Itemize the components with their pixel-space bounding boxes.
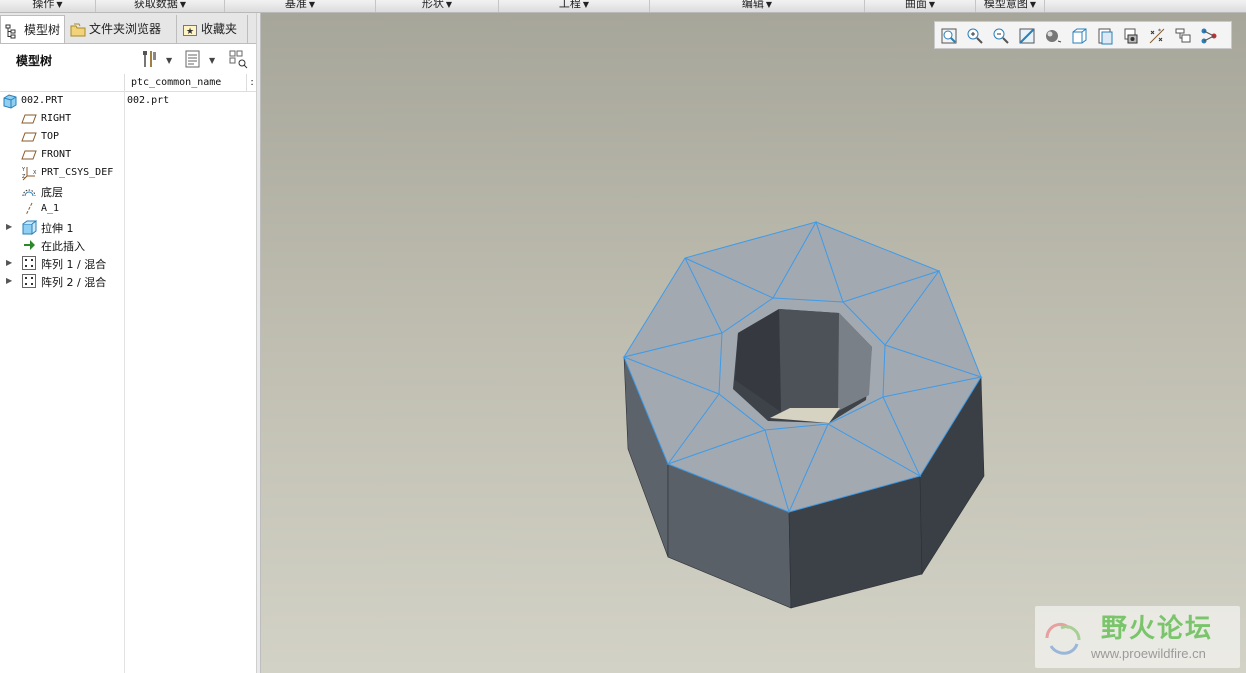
expand-arrow-icon[interactable]: ▶ bbox=[6, 222, 12, 231]
navigator-panel: 模型树 文件夹浏览器 ★ 收藏夹 模型树 ▼ ▼ ptc_common_name … bbox=[0, 13, 258, 673]
ribbon-group-bar: 操作 ▼ 获取数据 ▼ 基准 ▼ 形状 ▼ 工程 ▼ 编辑 ▼ 曲面 ▼ 模型意图 ▼ bbox=[0, 0, 1246, 13]
pattern-icon bbox=[22, 256, 36, 270]
watermark-url: www.proewildfire.cn bbox=[1091, 646, 1206, 661]
axis-icon bbox=[25, 202, 33, 216]
group-label: 模型意图 bbox=[983, 0, 1028, 10]
tree-row-front[interactable]: FRONT bbox=[0, 146, 256, 164]
graphics-viewport[interactable]: * 野火论坛 www.proewildfire.cn bbox=[261, 13, 1246, 673]
octagonal-nut-model[interactable] bbox=[261, 13, 1246, 673]
chevron-down-icon: ▼ bbox=[1029, 0, 1037, 9]
model-tree-header: 模型树 ▼ ▼ bbox=[0, 44, 256, 74]
group-label: 基准 bbox=[284, 0, 307, 10]
tree-row-label: 拉伸 1 bbox=[41, 222, 74, 235]
tab-folder-browser[interactable]: 文件夹浏览器 bbox=[66, 15, 177, 43]
tree-row-layer[interactable]: 底层 bbox=[0, 182, 256, 200]
tree-row-right[interactable]: RIGHT bbox=[0, 110, 256, 128]
chevron-down-icon: ▼ bbox=[765, 0, 773, 9]
group-operations[interactable]: 操作 ▼ bbox=[0, 0, 96, 12]
svg-text:★: ★ bbox=[186, 27, 194, 37]
watermark: 野火论坛 www.proewildfire.cn bbox=[1035, 606, 1240, 668]
tree-row-csys[interactable]: Y X Z PRT_CSYS_DEF bbox=[0, 164, 256, 182]
tab-label: 模型树 bbox=[24, 23, 61, 37]
tree-row-label: PRT_CSYS_DEF bbox=[41, 167, 114, 178]
extrude-icon bbox=[22, 220, 37, 235]
model-tree-title: 模型树 bbox=[16, 54, 53, 68]
expand-arrow-icon[interactable]: ▶ bbox=[6, 258, 12, 267]
tree-row-label: 底层 bbox=[41, 186, 63, 199]
tree-row-label: 阵列 1 / 混合 bbox=[41, 258, 107, 271]
group-get-data[interactable]: 获取数据 ▼ bbox=[96, 0, 225, 12]
tree-filter-icon[interactable] bbox=[228, 49, 248, 69]
tab-favorites[interactable]: ★ 收藏夹 bbox=[178, 15, 248, 43]
pattern-icon bbox=[22, 274, 36, 288]
svg-text:X: X bbox=[33, 170, 37, 176]
tree-row-label: FRONT bbox=[41, 149, 72, 160]
tree-row-label: 在此插入 bbox=[41, 240, 85, 253]
group-label: 工程 bbox=[558, 0, 581, 10]
chevron-down-icon: ▼ bbox=[56, 0, 63, 9]
folder-icon bbox=[70, 23, 86, 36]
tree-row-axis[interactable]: A_1 bbox=[0, 200, 256, 218]
group-label: 操作 bbox=[32, 0, 55, 10]
tab-model-tree[interactable]: 模型树 bbox=[0, 15, 65, 43]
svg-text:Z: Z bbox=[22, 174, 26, 180]
layer-icon bbox=[22, 189, 36, 197]
watermark-logo-icon bbox=[1045, 622, 1081, 655]
tree-icon bbox=[5, 24, 16, 38]
tree-row-part[interactable]: 002.PRT 002.prt bbox=[0, 92, 256, 110]
chevron-down-icon[interactable]: ▼ bbox=[209, 56, 215, 65]
part-icon bbox=[3, 94, 17, 109]
group-engineering[interactable]: 工程 ▼ bbox=[499, 0, 650, 12]
datum-plane-icon bbox=[21, 132, 37, 142]
tree-column-header: ptc_common_name : bbox=[0, 74, 256, 92]
chevron-down-icon: ▼ bbox=[308, 0, 316, 9]
chevron-down-icon[interactable]: ▼ bbox=[166, 56, 172, 65]
tree-row-insert-here[interactable]: 在此插入 bbox=[0, 236, 256, 254]
datum-plane-icon bbox=[21, 150, 37, 160]
tree-row-label: TOP bbox=[41, 131, 60, 142]
group-shapes[interactable]: 形状 ▼ bbox=[376, 0, 499, 12]
tree-row-extrude[interactable]: ▶ 拉伸 1 bbox=[0, 218, 256, 236]
tree-row-label: 阵列 2 / 混合 bbox=[41, 276, 107, 289]
tree-row-label: A_1 bbox=[41, 203, 60, 214]
tree-settings-icon[interactable] bbox=[140, 49, 160, 69]
group-label: 曲面 bbox=[904, 0, 927, 10]
chevron-down-icon: ▼ bbox=[445, 0, 453, 9]
tab-label: 文件夹浏览器 bbox=[89, 22, 162, 36]
group-editing[interactable]: 编辑 ▼ bbox=[650, 0, 865, 12]
hole-wall bbox=[779, 309, 839, 412]
watermark-title: 野火论坛 bbox=[1101, 614, 1214, 644]
tab-label: 收藏夹 bbox=[201, 22, 238, 36]
tree-row-label: RIGHT bbox=[41, 113, 72, 124]
show-menu-icon[interactable] bbox=[183, 49, 203, 69]
tree-row-top[interactable]: TOP bbox=[0, 128, 256, 146]
tree-row-pattern-2[interactable]: ▶ 阵列 2 / 混合 bbox=[0, 272, 256, 290]
group-surfaces[interactable]: 曲面 ▼ bbox=[865, 0, 976, 12]
group-label: 编辑 bbox=[741, 0, 764, 10]
chevron-down-icon: ▼ bbox=[582, 0, 590, 9]
favorites-icon: ★ bbox=[183, 24, 197, 37]
column-header-common-name[interactable]: ptc_common_name bbox=[124, 74, 246, 91]
svg-text:Y: Y bbox=[21, 167, 26, 173]
group-label: 获取数据 bbox=[133, 0, 178, 10]
chevron-down-icon: ▼ bbox=[928, 0, 936, 9]
chevron-down-icon: ▼ bbox=[179, 0, 187, 9]
insert-arrow-icon bbox=[24, 240, 35, 250]
tree-row-pattern-1[interactable]: ▶ 阵列 1 / 混合 bbox=[0, 254, 256, 272]
group-label: 形状 bbox=[421, 0, 444, 10]
csys-icon: Y X Z bbox=[21, 167, 37, 181]
tree-row-label: 002.PRT bbox=[21, 95, 64, 106]
group-model-intent[interactable]: 模型意图 ▼ bbox=[976, 0, 1045, 12]
navigator-tabs: 模型树 文件夹浏览器 ★ 收藏夹 bbox=[0, 13, 258, 44]
group-datum[interactable]: 基准 ▼ bbox=[225, 0, 376, 12]
tree-row-common-name: 002.prt bbox=[127, 95, 170, 106]
datum-plane-icon bbox=[21, 114, 37, 124]
expand-arrow-icon[interactable]: ▶ bbox=[6, 276, 12, 285]
